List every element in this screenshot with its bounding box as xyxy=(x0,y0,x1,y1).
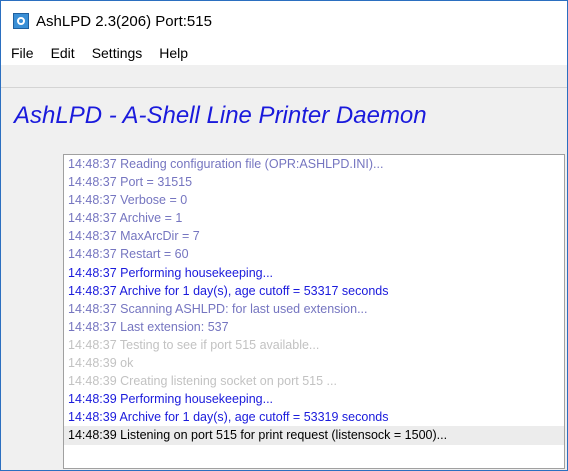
log-line: 14:48:37 Restart = 60 xyxy=(64,245,564,263)
log-line: 14:48:37 Archive = 1 xyxy=(64,209,564,227)
log-line: 14:48:39 Listening on port 515 for print… xyxy=(64,426,564,445)
log-message: Creating listening socket on port 515 ..… xyxy=(116,374,337,389)
menu-bar: File Edit Settings Help xyxy=(1,41,567,65)
app-window: AshLPD 2.3(206) Port:515 File Edit Setti… xyxy=(0,0,568,471)
log-time: 14:48:37 xyxy=(68,301,117,316)
log-message: Last extension: 537 xyxy=(116,319,229,334)
log-time: 14:48:37 xyxy=(68,247,117,262)
log-line: 14:48:37 Scanning ASHLPD: for last used … xyxy=(64,300,564,318)
log-time: 14:48:37 xyxy=(68,175,117,190)
log-time: 14:48:37 xyxy=(68,283,117,298)
log-message: ok xyxy=(116,356,134,371)
menu-file[interactable]: File xyxy=(1,45,42,61)
log-time: 14:48:39 xyxy=(68,374,117,389)
toolbar-strip xyxy=(1,65,567,88)
log-time: 14:48:37 xyxy=(68,211,117,226)
log-time: 14:48:37 xyxy=(68,229,117,244)
log-line: 14:48:37 Performing housekeeping... xyxy=(64,264,564,282)
log-line: 14:48:37 Verbose = 0 xyxy=(64,191,564,209)
log-line: 14:48:37 Archive for 1 day(s), age cutof… xyxy=(64,282,564,300)
log-message: Archive for 1 day(s), age cutoff = 53319… xyxy=(116,410,389,425)
log-message: Listening on port 515 for print request … xyxy=(116,428,448,443)
log-time: 14:48:39 xyxy=(68,356,117,371)
log-line: 14:48:37 Testing to see if port 515 avai… xyxy=(64,336,564,354)
log-time: 14:48:37 xyxy=(68,193,117,208)
log-message: Scanning ASHLPD: for last used extension… xyxy=(116,301,368,316)
title-bar: AshLPD 2.3(206) Port:515 xyxy=(1,1,567,41)
log-time: 14:48:37 xyxy=(68,319,117,334)
log-message: Performing housekeeping... xyxy=(116,265,274,280)
log-line: 14:48:37 MaxArcDir = 7 xyxy=(64,227,564,245)
log-message: Reading configuration file (OPR:ASHLPD.I… xyxy=(116,157,384,171)
window-title: AshLPD 2.3(206) Port:515 xyxy=(36,12,212,30)
log-line: 14:48:37 Port = 31515 xyxy=(64,173,564,191)
menu-help[interactable]: Help xyxy=(150,45,196,61)
log-message: Testing to see if port 515 available... xyxy=(116,337,320,352)
log-message: Archive for 1 day(s), age cutoff = 53317… xyxy=(116,283,389,298)
log-time: 14:48:39 xyxy=(68,428,117,443)
menu-edit[interactable]: Edit xyxy=(42,45,83,61)
log-line: 14:48:39 Creating listening socket on po… xyxy=(64,372,564,390)
log-line: 14:48:39 Performing housekeeping... xyxy=(64,390,564,408)
log-message: Archive = 1 xyxy=(116,211,183,226)
log-message: MaxArcDir = 7 xyxy=(116,229,200,244)
log-line: 14:48:39 ok xyxy=(64,354,564,372)
page-heading: AshLPD - A-Shell Line Printer Daemon xyxy=(14,102,427,129)
log-line: 14:48:37 Last extension: 537 xyxy=(64,318,564,336)
log-message: Performing housekeeping... xyxy=(116,392,274,407)
log-message: Restart = 60 xyxy=(116,247,189,262)
log-line: 14:48:37 Reading configuration file (OPR… xyxy=(64,155,564,173)
log-time: 14:48:39 xyxy=(68,410,117,425)
log-message: Verbose = 0 xyxy=(116,193,188,208)
app-icon xyxy=(13,13,29,29)
log-message: Port = 31515 xyxy=(116,175,193,190)
log-time: 14:48:37 xyxy=(68,337,117,352)
log-time: 14:48:37 xyxy=(68,157,117,171)
menu-settings[interactable]: Settings xyxy=(83,45,151,61)
log-time: 14:48:39 xyxy=(68,392,117,407)
log-panel[interactable]: 14:48:37 Reading configuration file (OPR… xyxy=(63,154,565,469)
log-line: 14:48:39 Archive for 1 day(s), age cutof… xyxy=(64,408,564,426)
log-time: 14:48:37 xyxy=(68,265,117,280)
